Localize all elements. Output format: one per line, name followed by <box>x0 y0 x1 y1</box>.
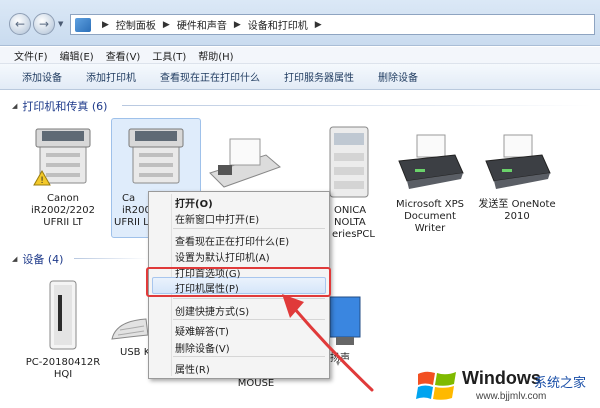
watermark-url: www.bjjmlv.com <box>476 391 547 402</box>
windows-logo-icon <box>416 371 456 400</box>
watermark-brand: Windows <box>462 368 541 388</box>
annotation-arrow-icon <box>282 294 374 392</box>
watermark: Windows 系统之家 www.bjjmlv.com <box>410 364 600 408</box>
watermark-site-name: 系统之家 <box>534 376 587 391</box>
